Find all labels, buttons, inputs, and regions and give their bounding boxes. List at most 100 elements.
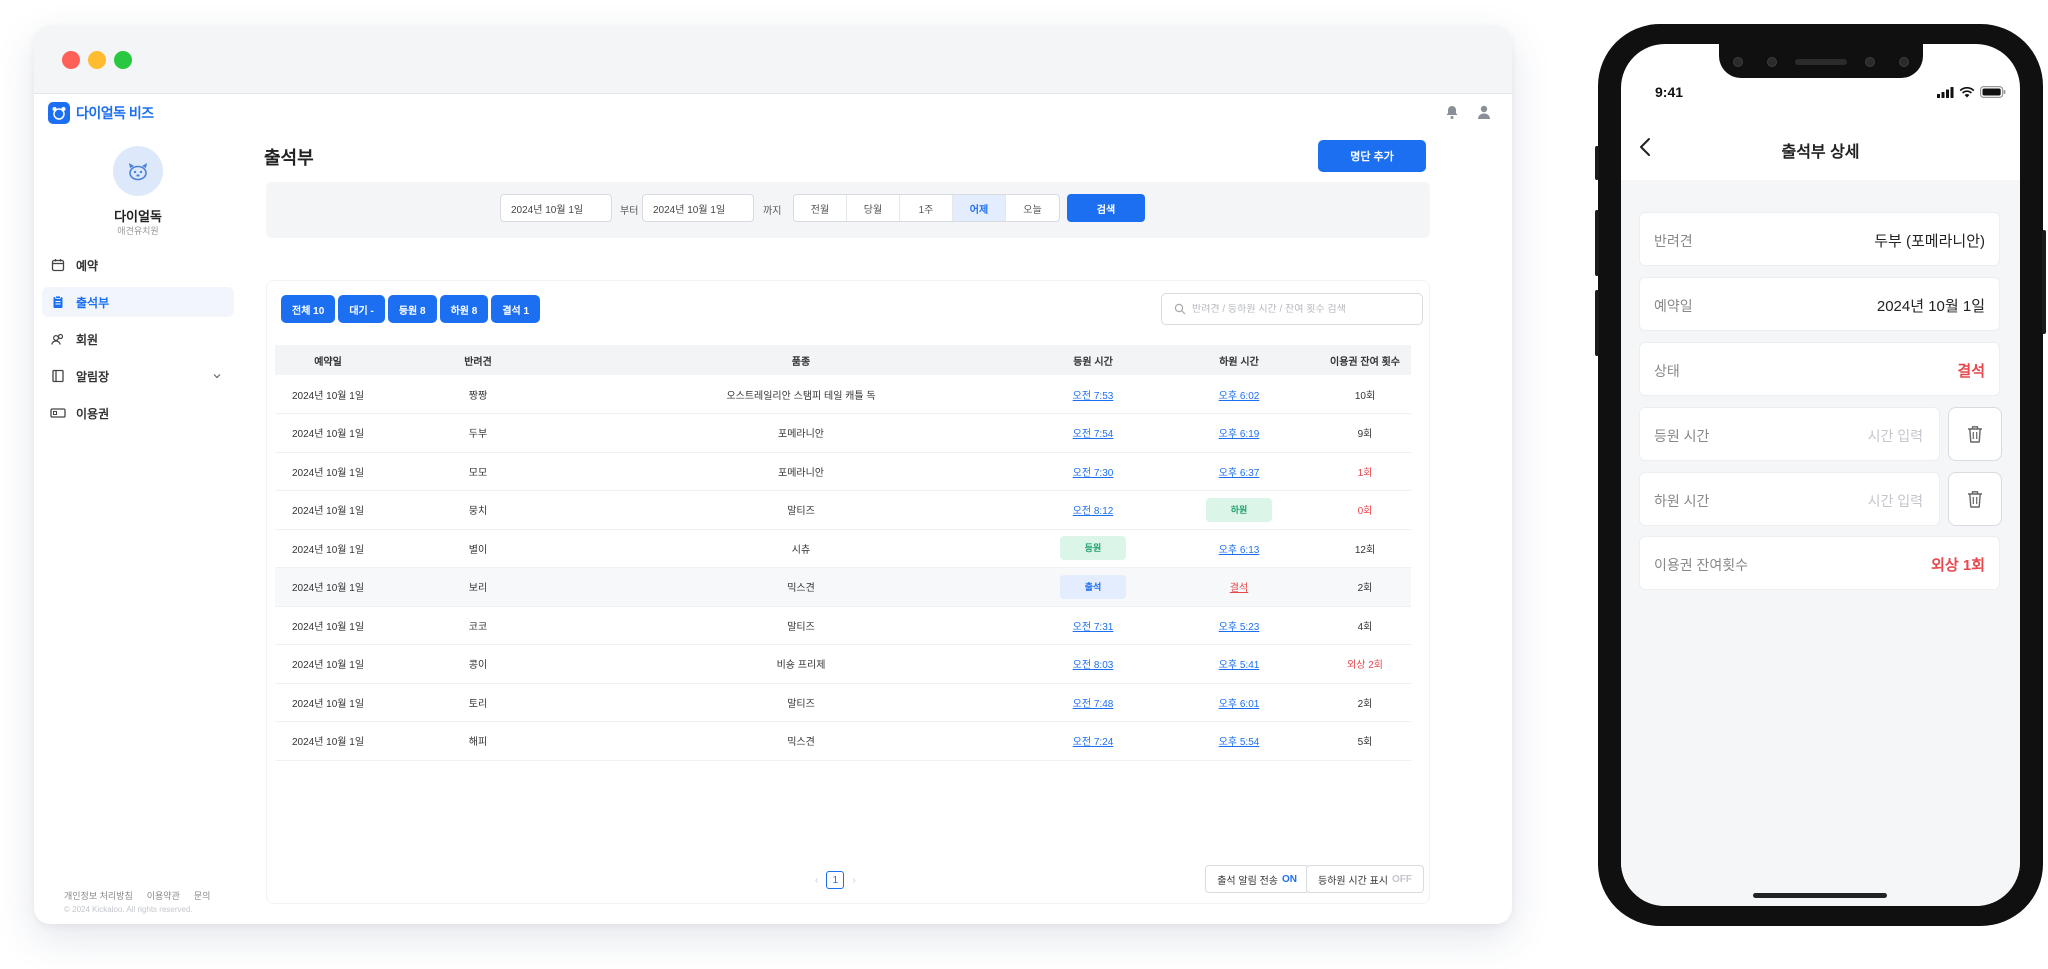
detail-label: 반려견 xyxy=(1654,233,1693,249)
delete-checkout-button[interactable] xyxy=(1948,472,2002,526)
status-bar-time: 9:41 xyxy=(1655,84,1684,100)
table-row[interactable]: 2024년 10월 1일 보리 믹스견 출석 결석 2회 xyxy=(275,567,1411,607)
chip-waiting[interactable]: 대기 - xyxy=(338,295,385,323)
table-search-input[interactable] xyxy=(1192,303,1412,315)
start-date-input[interactable]: 2024년 10월 1일 xyxy=(500,194,612,222)
sidebar-item-reservation[interactable]: 예약 xyxy=(42,250,234,280)
shop-name: 다이얼독 xyxy=(114,209,162,224)
cell-date: 2024년 10월 1일 xyxy=(275,644,381,684)
sidebar-item-members[interactable]: 회원 xyxy=(42,324,234,354)
chip-all[interactable]: 전체 10 xyxy=(281,295,336,323)
cell-dog: 별이 xyxy=(381,529,575,568)
attend-button[interactable]: 출석 xyxy=(1060,574,1126,599)
header-breed: 품종 xyxy=(575,345,1027,375)
home-indicator[interactable] xyxy=(1753,893,1887,898)
checkout-button[interactable]: 하원 xyxy=(1206,497,1272,522)
checkout-time-link[interactable]: 오후 6:37 xyxy=(1219,468,1260,479)
absent-link[interactable]: 결석 xyxy=(1230,583,1248,594)
cell-dog: 모모 xyxy=(381,452,575,491)
range-this-month[interactable]: 당월 xyxy=(847,195,900,221)
shop-subtitle: 애견유치원 xyxy=(117,226,159,236)
sidebar-item-notebook[interactable]: 알림장 xyxy=(42,361,234,391)
table-row[interactable]: 2024년 10월 1일 뭉치 말티즈 오전 8:12 하원 0회 xyxy=(275,490,1411,530)
checkout-time-link[interactable]: 오후 6:01 xyxy=(1219,699,1260,710)
range-yesterday[interactable]: 어제 xyxy=(953,195,1006,221)
checkin-time-input[interactable]: 시간 입력 xyxy=(1868,426,1923,446)
minimize-window-button[interactable] xyxy=(88,51,106,69)
detail-value: 2024년 10월 1일 xyxy=(1876,298,1985,315)
detail-row-remaining: 이용권 잔여횟수 외상 1회 xyxy=(1639,536,2000,590)
sidebar-item-ticket[interactable]: 이용권 xyxy=(42,398,234,428)
checkin-time-link[interactable]: 오전 7:31 xyxy=(1073,622,1114,633)
bell-icon[interactable] xyxy=(1444,104,1460,125)
table-row[interactable]: 2024년 10월 1일 별이 시츄 등원 오후 6:13 12회 xyxy=(275,529,1411,568)
table-row[interactable]: 2024년 10월 1일 두부 포메라니안 오전 7:54 오후 6:19 9회 xyxy=(275,413,1411,453)
delete-checkin-button[interactable] xyxy=(1948,407,2002,461)
detail-row-checkin[interactable]: 등원 시간 시간 입력 xyxy=(1639,407,1940,461)
checkout-time-link[interactable]: 오후 5:54 xyxy=(1219,737,1260,748)
add-roster-button[interactable]: 명단 추가 xyxy=(1318,140,1426,172)
toggle-state: OFF xyxy=(1392,873,1412,885)
attendance-notify-toggle[interactable]: 출석 알림 전송 ON xyxy=(1205,865,1309,893)
checkin-button[interactable]: 등원 xyxy=(1060,536,1126,561)
checkin-time-link[interactable]: 오전 7:48 xyxy=(1073,699,1114,710)
prev-page-button[interactable]: ‹ xyxy=(815,875,818,886)
table-row[interactable]: 2024년 10월 1일 모모 포메라니안 오전 7:30 오후 6:37 1회 xyxy=(275,452,1411,491)
sidebar-item-attendance[interactable]: 출석부 xyxy=(42,287,234,317)
mobile-title: 출석부 상세 xyxy=(1781,144,1860,161)
cell-date: 2024년 10월 1일 xyxy=(275,606,381,645)
speaker-icon xyxy=(1795,59,1847,65)
remaining-value: 외상 1회 xyxy=(1931,557,1985,574)
header-date: 예약일 xyxy=(275,345,381,375)
range-today[interactable]: 오늘 xyxy=(1006,195,1059,221)
trash-icon xyxy=(1968,426,1982,443)
table-row[interactable]: 2024년 10월 1일 토리 말티즈 오전 7:48 오후 6:01 2회 xyxy=(275,683,1411,722)
chip-checked-out[interactable]: 하원 8 xyxy=(439,295,489,323)
checkin-time-link[interactable]: 오전 8:03 xyxy=(1073,660,1114,671)
app-logo[interactable]: 다이얼독 비즈 xyxy=(48,102,154,124)
table-row[interactable]: 2024년 10월 1일 코코 말티즈 오전 7:31 오후 5:23 4회 xyxy=(275,606,1411,645)
cell-dog: 보리 xyxy=(381,567,575,607)
checkin-time-link[interactable]: 오전 7:54 xyxy=(1073,429,1114,440)
table-row[interactable]: 2024년 10월 1일 짱짱 오스트레일리안 스탬피 테일 캐틀 독 오전 7… xyxy=(275,375,1411,414)
checkin-time-link[interactable]: 오전 7:53 xyxy=(1073,391,1114,402)
checkout-time-link[interactable]: 오후 6:19 xyxy=(1219,429,1260,440)
avatar[interactable] xyxy=(113,146,163,196)
header-checkin: 등원 시간 xyxy=(1027,345,1159,375)
checkout-time-link[interactable]: 오후 5:23 xyxy=(1219,622,1260,633)
phone-screen: 9:41 출석부 상세 반려견 두부 (포메라니안) 예약일 2024년 10월… xyxy=(1621,44,2020,906)
checkin-time-link[interactable]: 오전 7:30 xyxy=(1073,468,1114,479)
checkout-time-link[interactable]: 오후 5:41 xyxy=(1219,660,1260,671)
header-checkout: 하원 시간 xyxy=(1159,345,1319,375)
privacy-link[interactable]: 개인정보 처리방침 xyxy=(64,889,133,902)
checkout-time-input[interactable]: 시간 입력 xyxy=(1868,491,1923,511)
chip-absent[interactable]: 결석 1 xyxy=(491,295,541,323)
end-date-input[interactable]: 2024년 10월 1일 xyxy=(642,194,754,222)
checkin-time-link[interactable]: 오전 8:12 xyxy=(1073,506,1114,517)
table-row[interactable]: 2024년 10월 1일 해피 믹스견 오전 7:24 오후 5:54 5회 xyxy=(275,721,1411,761)
chip-checked-in[interactable]: 등원 8 xyxy=(387,295,437,323)
next-page-button[interactable]: › xyxy=(852,875,855,886)
detail-label: 등원 시간 xyxy=(1654,428,1710,444)
checkout-time-link[interactable]: 오후 6:02 xyxy=(1219,391,1260,402)
cell-dog: 콩이 xyxy=(381,644,575,684)
range-prev-month[interactable]: 전월 xyxy=(794,195,847,221)
page-number-current[interactable]: 1 xyxy=(826,871,845,889)
chevron-down-icon[interactable] xyxy=(212,370,222,384)
range-one-week[interactable]: 1주 xyxy=(900,195,953,221)
detail-row-checkout[interactable]: 하원 시간 시간 입력 xyxy=(1639,472,1940,526)
cell-remaining: 2회 xyxy=(1319,683,1411,722)
close-window-button[interactable] xyxy=(62,51,80,69)
checkin-time-link[interactable]: 오전 7:24 xyxy=(1073,737,1114,748)
checkout-time-link[interactable]: 오후 6:13 xyxy=(1219,545,1260,556)
contact-link[interactable]: 문의 xyxy=(194,889,211,902)
search-button[interactable]: 검색 xyxy=(1067,194,1145,222)
cell-breed: 말티즈 xyxy=(575,606,1027,645)
cell-breed: 믹스견 xyxy=(575,567,1027,607)
terms-link[interactable]: 이용약관 xyxy=(147,889,180,902)
header-icons xyxy=(1444,104,1492,125)
maximize-window-button[interactable] xyxy=(114,51,132,69)
table-row[interactable]: 2024년 10월 1일 콩이 비숑 프리제 오전 8:03 오후 5:41 외… xyxy=(275,644,1411,684)
user-icon[interactable] xyxy=(1476,104,1492,125)
time-display-toggle[interactable]: 등하원 시간 표시 OFF xyxy=(1306,865,1424,893)
